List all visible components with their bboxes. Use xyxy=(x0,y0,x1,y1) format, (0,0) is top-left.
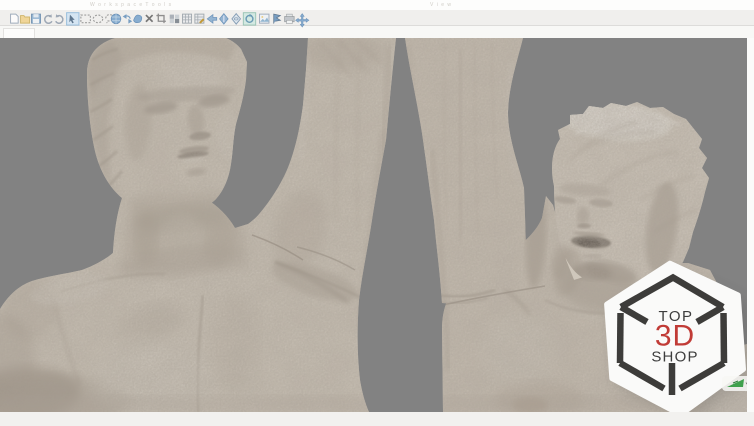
svg-text:Y: Y xyxy=(746,382,748,389)
svg-text:SHOP: SHOP xyxy=(651,349,698,366)
